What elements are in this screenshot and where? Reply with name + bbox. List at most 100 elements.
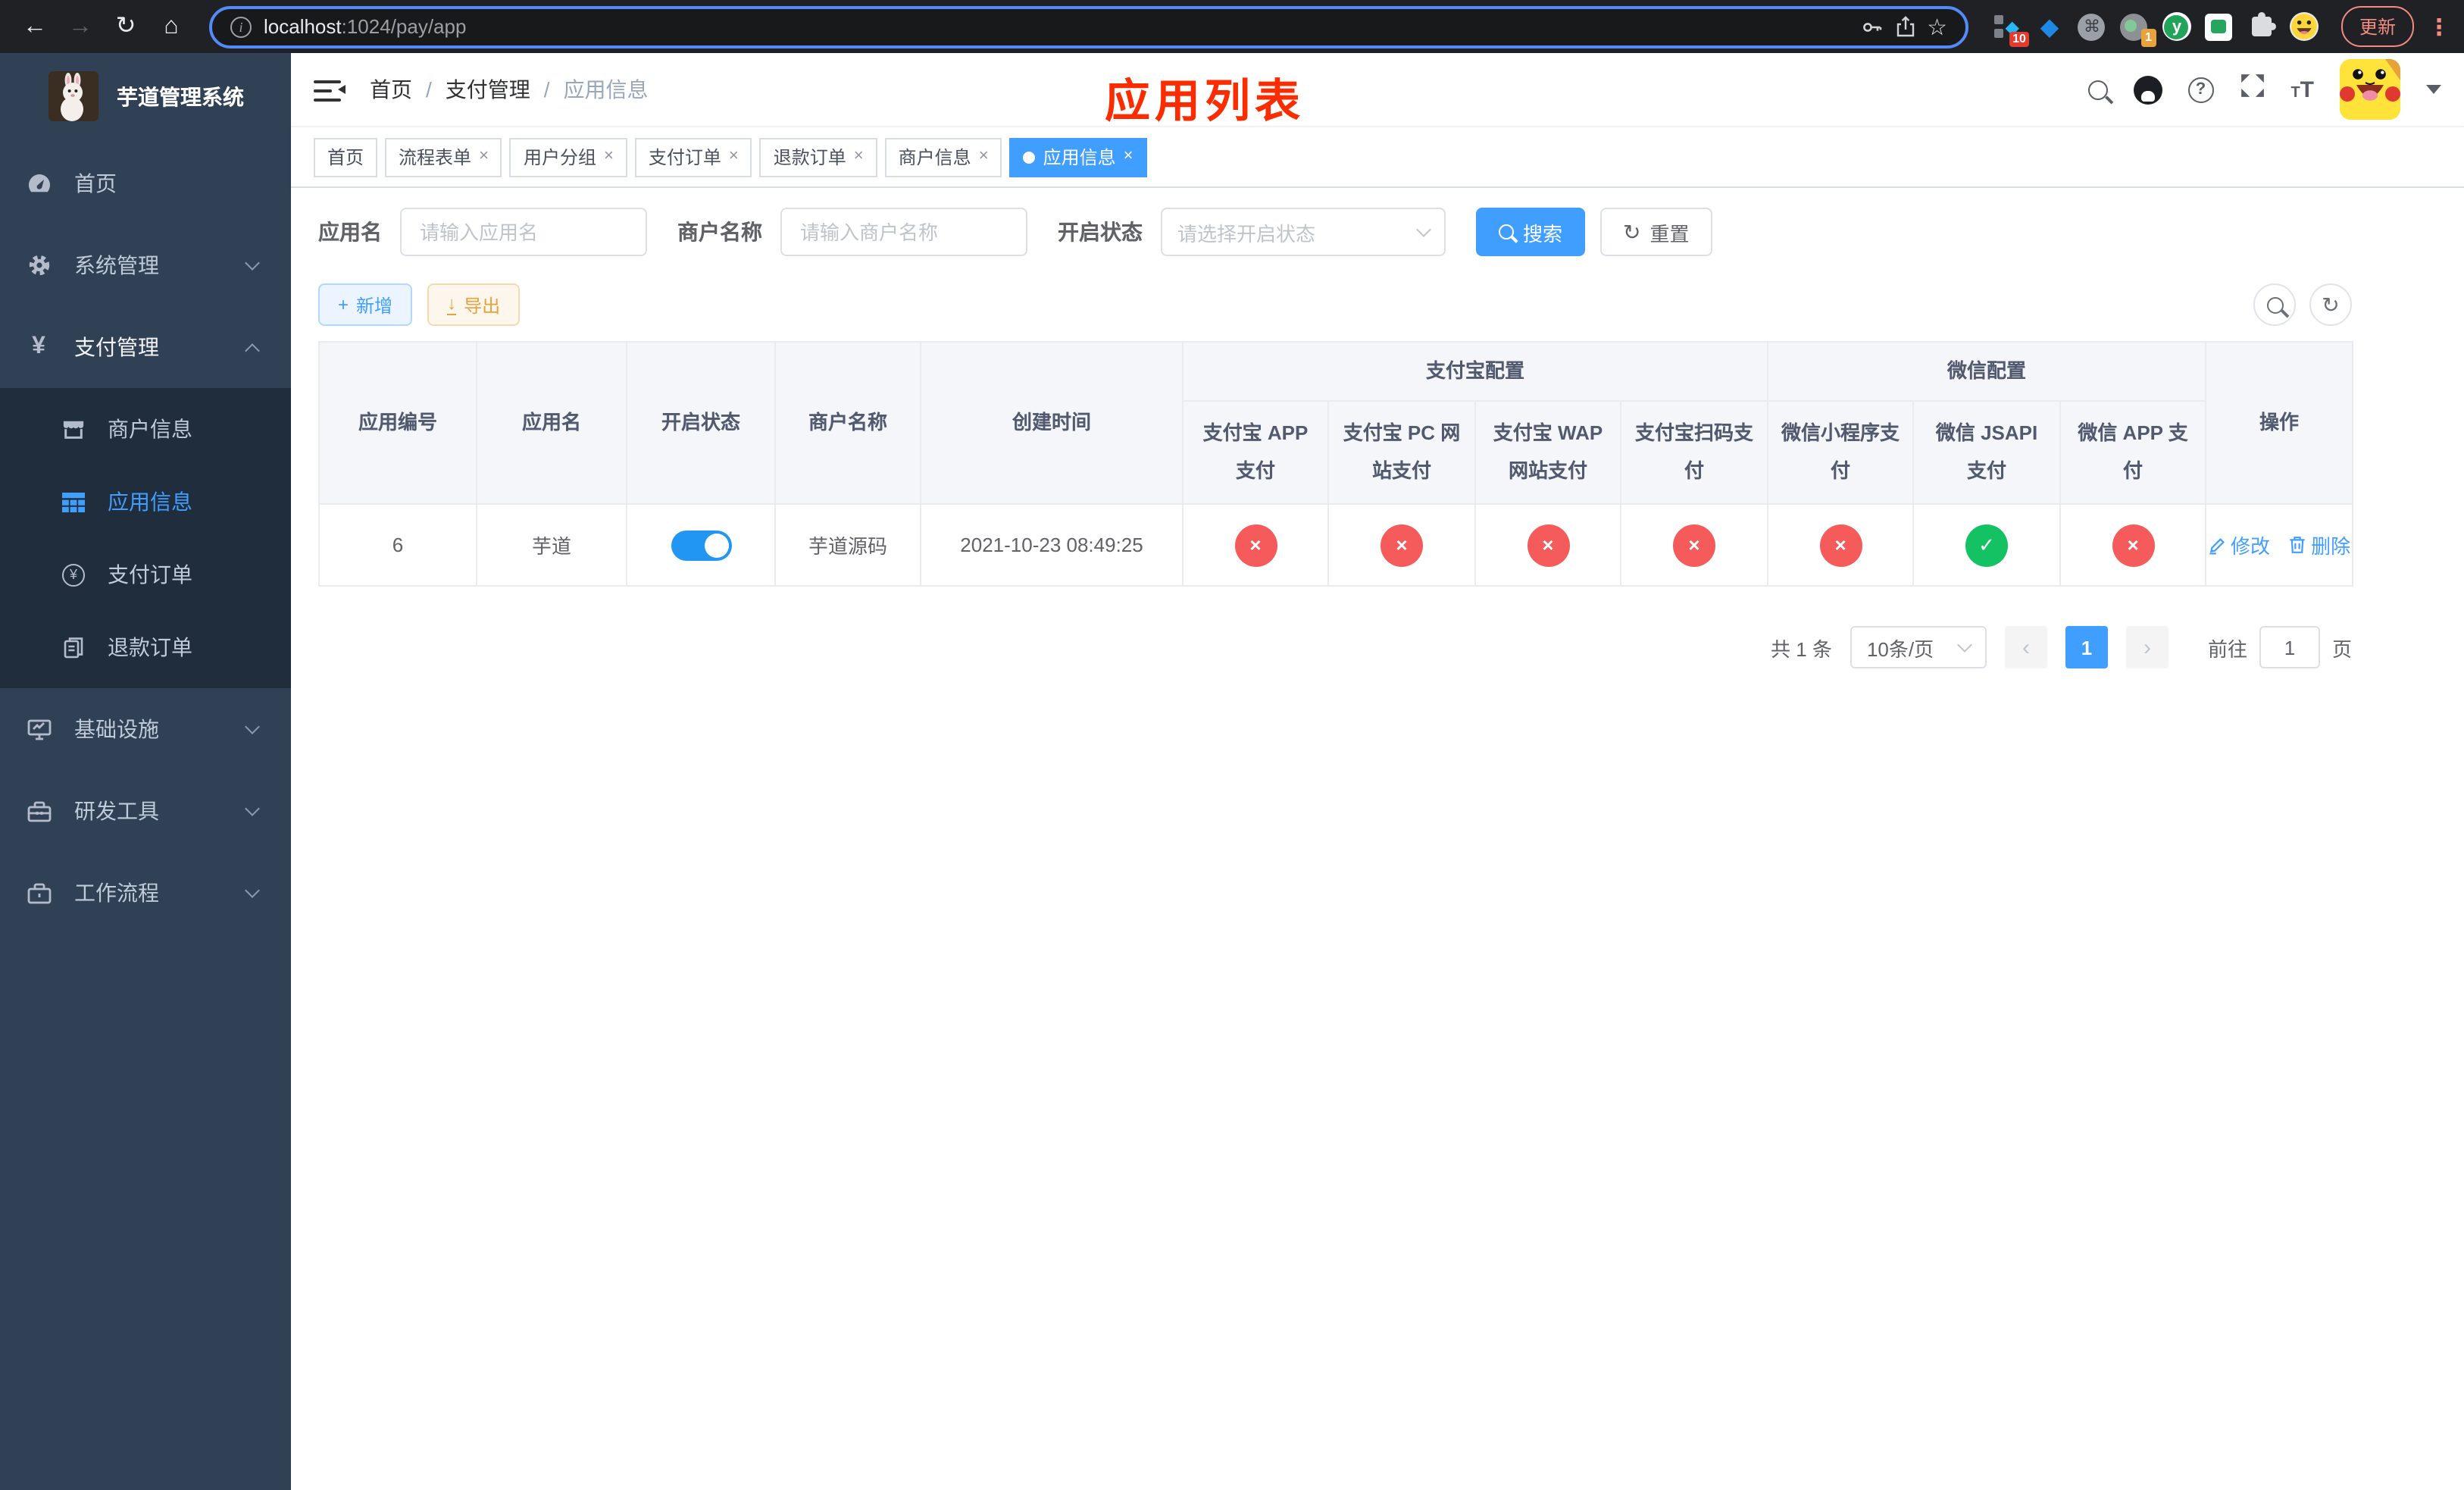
close-icon[interactable]: × xyxy=(604,148,614,165)
extension-kanban-icon[interactable]: ◆ 10 xyxy=(1993,12,2029,47)
extensions-area: ◆ 10 ◆ ⌘ 1 y 更新 ⋮ xyxy=(1993,6,2450,47)
address-bar[interactable]: i localhost:1024/pay/app ☆ xyxy=(209,5,1968,48)
col-created: 创建时间 xyxy=(920,341,1184,505)
search-button[interactable]: 搜索 xyxy=(1476,208,1586,256)
add-button[interactable]: + 新增 xyxy=(318,283,413,326)
profile-emoji-avatar[interactable] xyxy=(2289,12,2319,41)
browser-update-button[interactable]: 更新 xyxy=(2340,6,2414,47)
close-icon[interactable]: × xyxy=(1124,148,1134,165)
page-1-button[interactable]: 1 xyxy=(2065,626,2108,668)
sidebar-item-label: 系统管理 xyxy=(74,253,159,277)
sidebar-item-payment[interactable]: ¥ 支付管理 xyxy=(0,306,291,388)
sidebar-collapse-icon[interactable] xyxy=(314,80,346,102)
col-status: 开启状态 xyxy=(626,341,776,505)
github-icon[interactable] xyxy=(2133,75,2162,104)
briefcase-icon xyxy=(26,881,52,904)
prev-page-button[interactable]: ‹ xyxy=(2004,626,2047,668)
tab-home[interactable]: 首页 xyxy=(314,137,378,177)
sidebar-item-pay-orders[interactable]: ¥ 支付订单 xyxy=(0,538,291,611)
export-button[interactable]: ↓ 导出 xyxy=(427,283,521,326)
reset-button[interactable]: ↻ 重置 xyxy=(1600,208,1712,256)
refresh-table-button[interactable]: ↻ xyxy=(2309,283,2352,326)
table-toolbar: + 新增 ↓ 导出 ↻ xyxy=(318,283,2352,326)
toolbox-icon xyxy=(26,800,52,822)
user-avatar[interactable] xyxy=(2340,59,2400,120)
close-icon[interactable]: × xyxy=(854,148,864,165)
tab-pay-orders[interactable]: 支付订单 × xyxy=(634,137,752,177)
alipay-qr-pay-status: × xyxy=(1673,524,1715,566)
sidebar-item-app-info[interactable]: 应用信息 xyxy=(0,465,291,538)
delete-link[interactable]: 删除 xyxy=(2288,531,2350,559)
close-icon[interactable]: × xyxy=(479,148,489,165)
extensions-puzzle-icon[interactable] xyxy=(2247,12,2276,41)
shop-icon xyxy=(61,418,86,440)
tab-process-form[interactable]: 流程表单 × xyxy=(385,137,502,177)
document-icon xyxy=(61,636,86,659)
close-icon[interactable]: × xyxy=(729,148,739,165)
refresh-icon: ↻ xyxy=(1623,220,1641,244)
font-size-icon[interactable]: TT xyxy=(2290,78,2314,101)
close-icon[interactable]: × xyxy=(979,148,989,165)
breadcrumb-payment[interactable]: 支付管理 xyxy=(446,74,530,105)
sidebar-item-workflow[interactable]: 工作流程 xyxy=(0,852,291,934)
search-icon[interactable] xyxy=(2087,80,2108,99)
filter-form: 应用名 商户名称 开启状态 请选择开启状态 搜索 xyxy=(318,208,2352,256)
sidebar-item-dev-tools[interactable]: 研发工具 xyxy=(0,770,291,852)
help-icon[interactable]: ? xyxy=(2187,77,2214,102)
avatar-caret-down-icon[interactable] xyxy=(2426,85,2441,94)
browser-toolbar: ← → ↻ ⌂ i localhost:1024/pay/app ☆ ◆ 10 … xyxy=(0,0,2464,53)
annotation-title: 应用列表 xyxy=(1105,77,1305,127)
plus-icon: + xyxy=(338,294,349,315)
status-select[interactable]: 请选择开启状态 xyxy=(1161,208,1446,256)
browser-home-button[interactable]: ⌂ xyxy=(152,14,191,39)
top-navbar: 首页 / 支付管理 / 应用信息 应用列表 ? TT xyxy=(291,53,2464,127)
tab-app-info[interactable]: 应用信息 × xyxy=(1009,137,1147,177)
active-dot xyxy=(1023,151,1036,163)
sidebar-item-merchant-info[interactable]: 商户信息 xyxy=(0,393,291,465)
enabled-toggle[interactable] xyxy=(671,530,731,560)
fullscreen-icon[interactable] xyxy=(2239,73,2265,106)
page-size-select[interactable]: 10条/页 xyxy=(1850,626,1987,668)
sidebar-item-refund-orders[interactable]: 退款订单 xyxy=(0,611,291,684)
browser-forward-button[interactable]: → xyxy=(61,14,100,39)
browser-reload-button[interactable]: ↻ xyxy=(106,14,145,39)
tab-refund-orders[interactable]: 退款订单 × xyxy=(759,137,877,177)
cell-app-id: 6 xyxy=(318,503,477,587)
search-icon xyxy=(2266,296,2283,313)
next-page-button[interactable]: › xyxy=(2125,626,2169,668)
sidebar-item-home[interactable]: 首页 xyxy=(0,142,291,224)
tab-user-group[interactable]: 用户分组 × xyxy=(509,137,627,177)
sidebar-item-system[interactable]: 系统管理 xyxy=(0,224,291,306)
merchant-name-label: 商户名称 xyxy=(677,220,762,244)
browser-menu-icon[interactable]: ⋮ xyxy=(2428,13,2450,40)
edit-link[interactable]: 修改 xyxy=(2208,531,2270,559)
password-key-icon[interactable] xyxy=(1860,16,1883,37)
toggle-search-button[interactable] xyxy=(2253,283,2296,326)
share-icon[interactable] xyxy=(1895,15,1915,38)
breadcrumb: 首页 / 支付管理 / 应用信息 xyxy=(370,74,649,105)
bookmark-star-icon[interactable]: ☆ xyxy=(1927,13,1947,40)
breadcrumb-home[interactable]: 首页 xyxy=(370,74,412,105)
col-alipay-qr: 支付宝扫码支付 xyxy=(1619,400,1769,505)
app-name-input[interactable] xyxy=(400,208,647,256)
browser-back-button[interactable]: ← xyxy=(15,14,55,39)
app-name-label: 应用名 xyxy=(318,220,382,244)
extension-recorder-icon[interactable]: 1 xyxy=(2120,12,2156,47)
group-alipay-config: 支付宝配置 xyxy=(1181,341,1769,402)
merchant-name-input[interactable] xyxy=(780,208,1027,256)
yen-circle-icon: ¥ xyxy=(61,563,86,586)
sidebar-item-label: 研发工具 xyxy=(74,799,159,823)
extension-kite-icon[interactable]: ◆ xyxy=(2035,12,2064,41)
col-alipay-app: 支付宝 APP 支付 xyxy=(1182,400,1329,505)
tab-merchant-info[interactable]: 商户信息 × xyxy=(884,137,1002,177)
extension-y-icon[interactable]: y xyxy=(2162,12,2191,41)
sidebar-item-infrastructure[interactable]: 基础设施 xyxy=(0,688,291,770)
site-info-icon[interactable]: i xyxy=(230,16,252,37)
download-icon: ↓ xyxy=(447,293,457,315)
sidebar-item-label: 支付管理 xyxy=(74,335,159,359)
extension-command-icon[interactable]: ⌘ xyxy=(2078,12,2106,41)
chevron-up-icon xyxy=(245,343,260,358)
status-label: 开启状态 xyxy=(1058,220,1143,244)
goto-page-input[interactable] xyxy=(2259,626,2320,668)
extension-chat-icon[interactable] xyxy=(2205,12,2234,41)
